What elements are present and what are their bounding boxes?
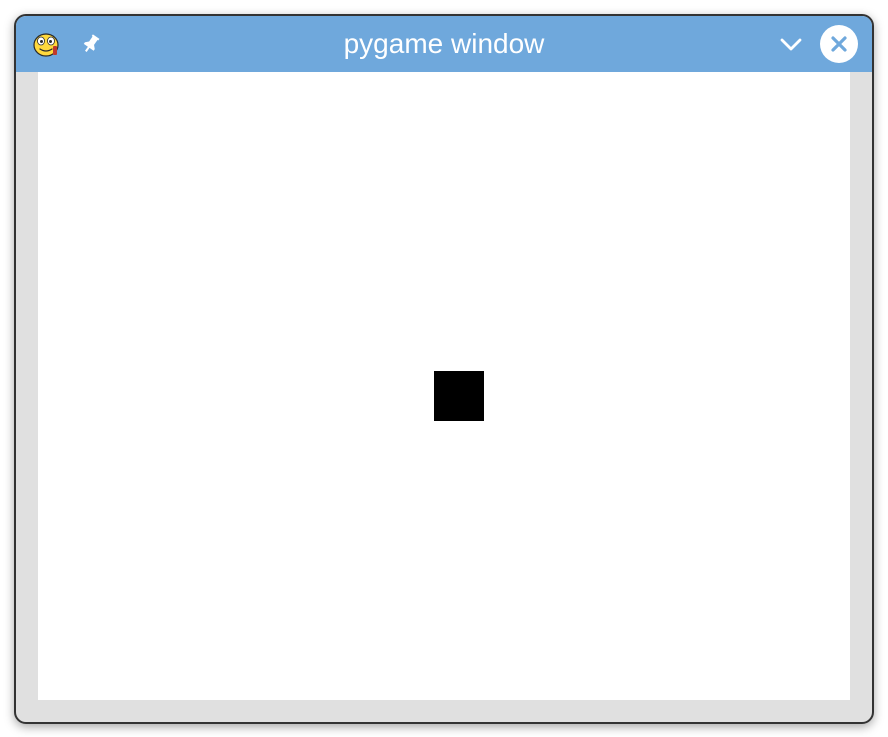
app-icon [30, 28, 62, 60]
close-button[interactable] [820, 25, 858, 63]
minimize-button[interactable] [776, 29, 806, 59]
window-title: pygame window [344, 28, 545, 60]
window-frame: pygame window [14, 14, 874, 724]
titlebar-left [30, 28, 102, 60]
pin-icon[interactable] [80, 33, 102, 55]
titlebar-right [776, 25, 858, 63]
content-area [38, 72, 850, 700]
black-square [434, 371, 484, 421]
titlebar[interactable]: pygame window [16, 16, 872, 72]
